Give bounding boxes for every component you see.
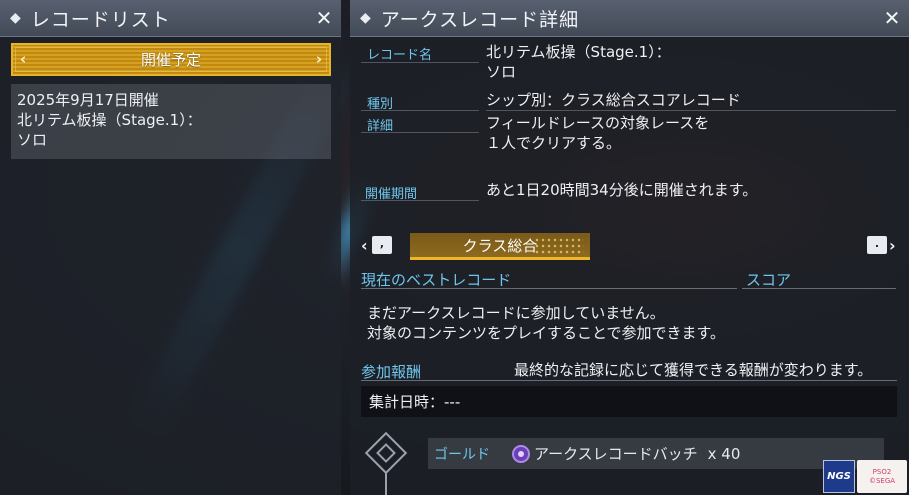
close-icon[interactable]: ✕ xyxy=(307,6,341,30)
no-record-message: まだアークスレコードに参加していません。 対象のコンテンツをプレイすることで参加… xyxy=(367,303,725,343)
chevron-right-icon[interactable]: › xyxy=(316,50,322,68)
record-list-item[interactable]: 2025年9月17日開催 北リテム板操（Stage.1）： ソロ xyxy=(11,84,331,159)
record-name-value: 北リテム板操（Stage.1）： ソロ xyxy=(486,42,671,82)
tally-time: 集計日時：--- xyxy=(361,386,897,417)
record-name-continued: ソロ xyxy=(17,131,48,149)
panel-title: レコードリスト xyxy=(30,8,171,31)
next-key-button[interactable]: . xyxy=(867,236,887,254)
record-name: 北リテム板操（Stage.1）： xyxy=(17,111,202,129)
chevron-left-icon[interactable]: ‹ xyxy=(361,236,368,255)
message-line: まだアークスレコードに参加していません。 xyxy=(367,304,665,322)
close-icon[interactable]: ✕ xyxy=(875,6,909,30)
tier-connector xyxy=(385,472,387,495)
record-name-label: レコード名 xyxy=(367,48,433,63)
logo-text: ©SEGA xyxy=(868,476,896,485)
message-line: 対象のコンテンツをプレイすることで参加できます。 xyxy=(367,324,726,342)
divider xyxy=(361,380,897,381)
divider xyxy=(361,200,479,201)
type-value: シップ別：クラス総合スコアレコード xyxy=(486,91,741,109)
divider xyxy=(361,110,479,111)
schedule-tab-selector[interactable]: ‹ 開催予定 › xyxy=(11,43,331,76)
chevron-left-icon[interactable]: ‹ xyxy=(20,50,26,68)
record-date: 2025年9月17日開催 xyxy=(17,91,159,109)
tab-label: クラス総合 xyxy=(462,236,538,255)
ngs-logo: NGS xyxy=(823,460,855,493)
divider xyxy=(486,110,896,111)
score-header: スコア xyxy=(746,271,792,289)
period-value: あと1日20時間34分後に開催されます。 xyxy=(486,181,758,199)
reward-item: アークスレコードバッチ xyxy=(534,445,698,463)
record-name-line: ソロ xyxy=(486,63,517,81)
record-list-panel: ◆ レコードリスト ✕ ‹ 開催予定 › 2025年9月17日開催 北リテム板操… xyxy=(0,0,341,495)
tab-class-overall[interactable]: クラス総合 xyxy=(410,233,590,260)
reward-header: 参加報酬 xyxy=(361,363,422,381)
diamond-icon: ◆ xyxy=(360,10,371,26)
detail-value: フィールドレースの対象レースを １人でクリアする。 xyxy=(486,113,709,153)
panel-title: アークスレコード詳細 xyxy=(380,8,580,31)
badge-icon xyxy=(512,444,530,463)
reward-tier: ゴールド xyxy=(434,446,490,463)
best-record-header: 現在のベストレコード xyxy=(361,271,512,289)
divider xyxy=(361,288,737,289)
detail-line: フィールドレースの対象レースを xyxy=(486,114,710,132)
detail-line: １人でクリアする。 xyxy=(486,134,622,152)
record-list-header: ◆ レコードリスト ✕ xyxy=(0,0,341,37)
reward-row[interactable]: ゴールド アークスレコードバッチ x 40 xyxy=(428,438,884,469)
divider xyxy=(361,132,479,133)
diamond-icon: ◆ xyxy=(10,10,21,26)
logo-text: PSO2 xyxy=(872,467,892,476)
tab-label: 開催予定 xyxy=(140,51,201,69)
record-detail-header: ◆ アークスレコード詳細 ✕ xyxy=(350,0,909,37)
divider xyxy=(361,62,479,63)
record-name-line: 北リテム板操（Stage.1）： xyxy=(486,43,671,61)
sega-logo: PSO2 ©SEGA xyxy=(857,460,907,493)
reward-note: 最終的な記録に応じて獲得できる報酬が変わります。 xyxy=(514,361,873,379)
divider xyxy=(742,288,896,289)
chevron-right-icon[interactable]: › xyxy=(889,236,896,255)
reward-quantity: x 40 xyxy=(707,444,741,463)
prev-key-button[interactable]: , xyxy=(372,236,392,254)
copyright-logos: NGS PSO2 ©SEGA xyxy=(823,460,909,495)
